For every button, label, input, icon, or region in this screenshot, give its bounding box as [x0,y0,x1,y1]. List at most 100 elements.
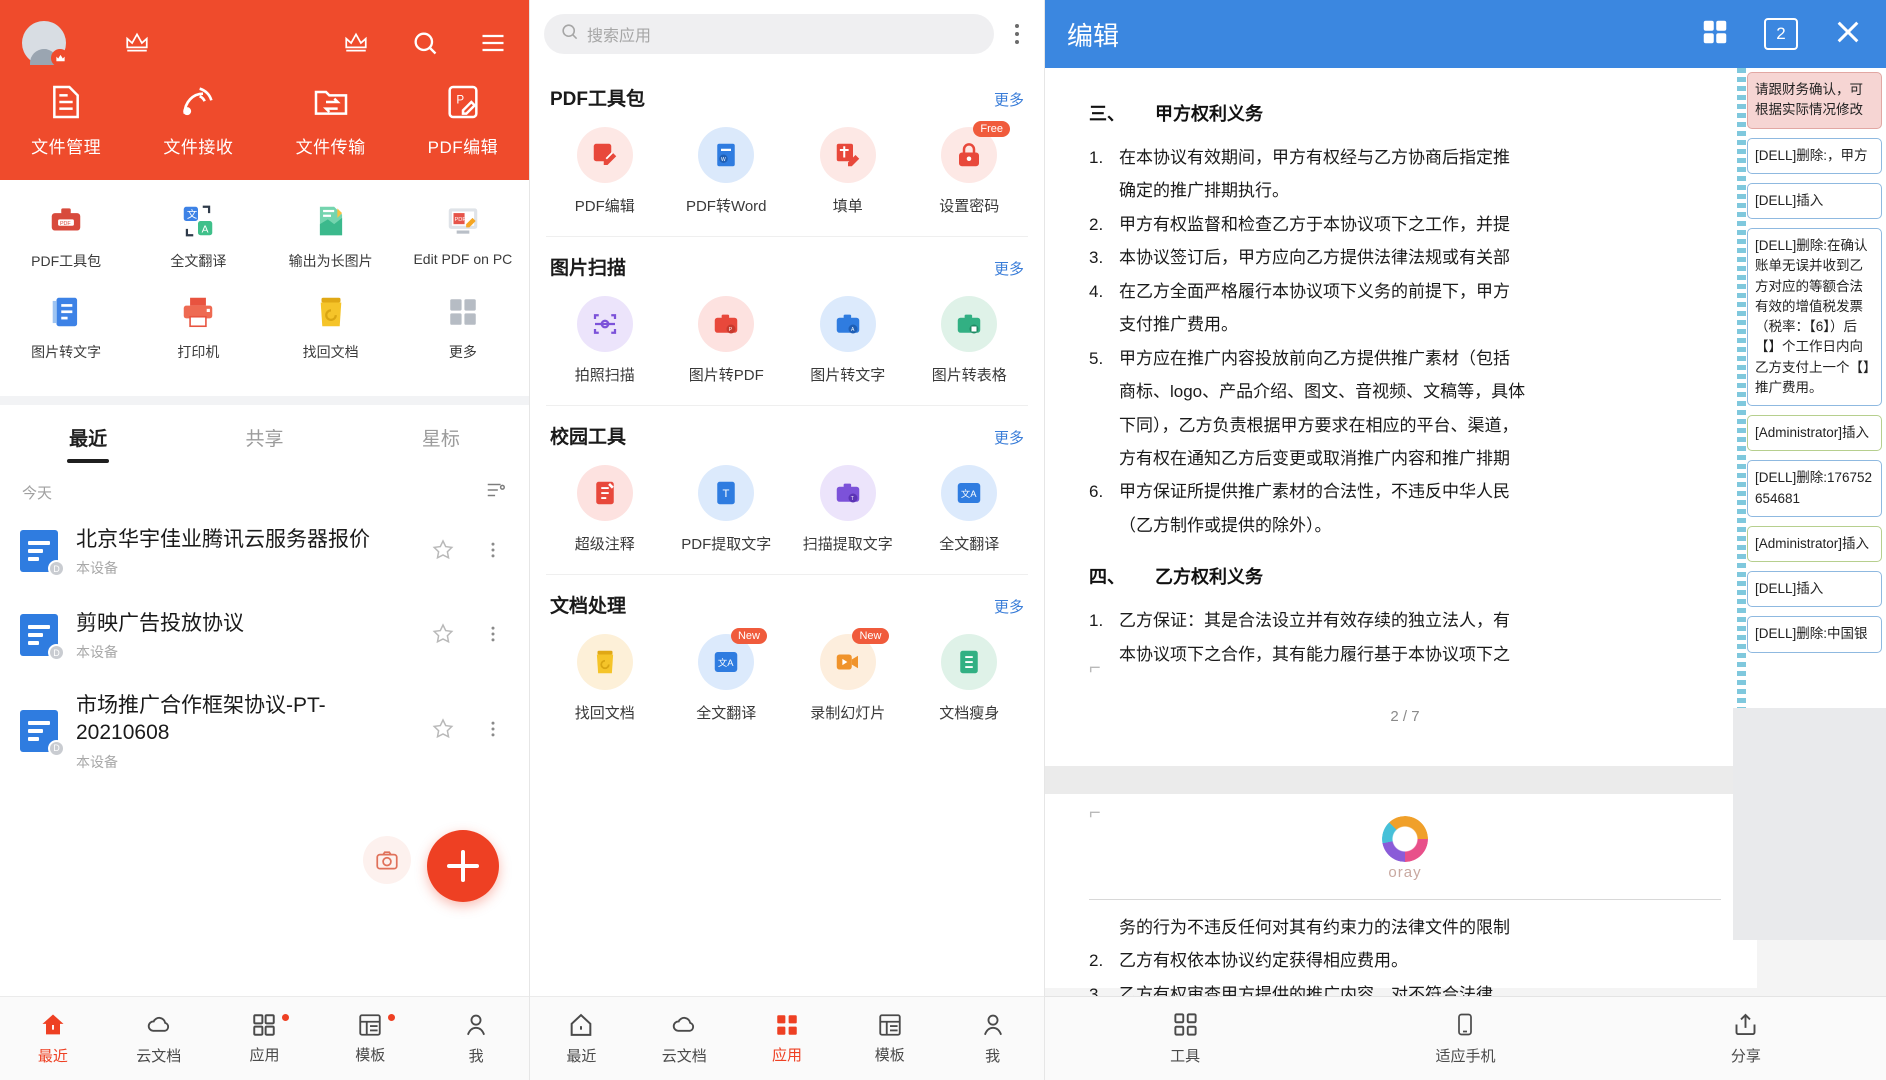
printer-icon [177,291,219,333]
nav-me[interactable]: 我 [423,1011,529,1066]
revision-item[interactable]: [Administrator]插入 [1747,525,1882,562]
search-input[interactable]: 搜索应用 [544,14,994,54]
section-more-link[interactable]: 更多 [994,596,1024,617]
grid-view-icon[interactable] [1700,17,1730,52]
tool-label: 图片转文字 [31,344,102,360]
revision-item[interactable]: [DELL]插入 [1747,571,1882,608]
nav-cloud-docs[interactable]: 云文档 [633,1011,736,1066]
revision-strip [1737,68,1746,708]
revision-item[interactable]: [Administrator]插入 [1747,415,1882,452]
filter-icon[interactable] [485,479,507,506]
tool-export-long-image[interactable]: 输出为长图片 [265,200,397,271]
search-icon[interactable] [411,29,439,57]
crown-icon[interactable] [341,30,371,56]
tool-edit-pdf-on-pc[interactable]: PDF Edit PDF on PC [397,200,529,271]
revision-item[interactable]: [DELL]删除:176752654681 [1747,460,1882,517]
document-page-3[interactable]: ⌐ oray 务的行为不违反任何对其有约束力的法律文件的限制 2. 乙方有权依本协… [1045,794,1757,996]
quick-action-pdf-edit[interactable]: P PDF编辑 [397,82,529,158]
app-pdf-to-word[interactable]: W PDF转Word [668,127,786,216]
quick-action-file-manage[interactable]: 文件管理 [0,82,132,158]
avatar[interactable] [22,21,69,67]
item-number: 3. [1089,248,1104,268]
app-photo-scan[interactable]: 拍照扫描 [546,296,664,385]
file-location: 本设备 [76,560,118,577]
nav-template[interactable]: 模板 [317,1012,423,1065]
app-set-password[interactable]: Free 设置密码 [911,121,1029,216]
nav-tools[interactable]: 工具 [1045,1011,1325,1066]
app-recover-document[interactable]: 找回文档 [546,634,664,723]
tool-more[interactable]: 更多 [397,291,529,362]
nav-apps[interactable]: 应用 [736,1012,839,1065]
editor-body[interactable]: 三、 甲方权利义务 1. 在本协议有效期间，甲方有权经与乙方协商后指定推 确定的推… [1045,68,1886,996]
list-item[interactable]: D 剪映广告投放协议 本设备 [0,594,529,678]
star-icon[interactable] [425,622,461,651]
hamburger-menu-icon[interactable] [479,29,507,57]
star-icon[interactable] [425,717,461,746]
app-record-slides[interactable]: New 录制幻灯片 [789,628,907,723]
section-more-link[interactable]: 更多 [994,89,1024,110]
revision-item[interactable]: [DELL]删除:在确认账单无误并收到乙方对应的等额合法有效的增值税发票（税率：… [1747,228,1882,406]
app-super-annotate[interactable]: 超级注释 [546,465,664,554]
tab-starred[interactable]: 星标 [353,405,529,469]
camera-button[interactable] [363,836,411,884]
app-label: 超级注释 [574,536,635,553]
nav-recent[interactable]: 最近 [530,1011,633,1066]
app-full-translate-campus[interactable]: 文A 全文翻译 [911,465,1029,554]
star-icon[interactable] [425,538,461,567]
revision-item[interactable]: [DELL]删除:中国银 [1747,616,1882,653]
add-button[interactable] [427,830,499,902]
list-item[interactable]: D 北京华宇佳业腾讯云服务器报价 本设备 [0,510,529,594]
revision-comment[interactable]: 请跟财务确认，可根据实际情况修改 [1747,72,1882,129]
tool-pdf-toolkit[interactable]: PDF PDF工具包 [0,200,132,271]
section-document-processing: 文档处理 更多 找回文档 New 文A 全文翻译 New 录制幻灯片 文档瘦身 [546,574,1028,743]
page-count-badge[interactable]: 2 [1764,18,1798,50]
item-text: 确定的推广排期执行。 [1119,181,1289,201]
app-document-slim[interactable]: 文档瘦身 [911,634,1029,723]
heading-number: 三、 [1089,104,1125,124]
app-image-to-table[interactable]: 图片转表格 [911,296,1029,385]
app-image-to-text[interactable]: A 图片转文字 [789,296,907,385]
nav-me[interactable]: 我 [941,1011,1044,1066]
more-vertical-icon[interactable] [1004,24,1030,44]
revision-item[interactable]: [DELL]插入 [1747,182,1882,219]
section-more-link[interactable]: 更多 [994,258,1024,279]
crown-icon[interactable] [122,30,152,56]
section-image-scan: 图片扫描 更多 拍照扫描 P 图片转PDF A 图片转文字 图片转表格 [546,236,1028,405]
pdf-extract-text-icon: T [698,465,755,521]
app-fill-form[interactable]: 填单 [789,127,907,216]
tool-recover-document[interactable]: 找回文档 [265,291,397,362]
app-image-to-pdf[interactable]: P 图片转PDF [668,296,786,385]
close-icon[interactable] [1832,16,1864,53]
nav-share[interactable]: 分享 [1606,1011,1886,1066]
tool-full-translate[interactable]: 文A 全文翻译 [132,200,264,271]
nav-fit-phone[interactable]: 适应手机 [1325,1011,1605,1066]
left-panel-recent-files: 文件管理 文件接收 文件传输 P PDF编辑 PDF PDF工具包 文 A 全文… [0,0,530,1080]
image-to-table-icon [941,296,998,352]
revision-item[interactable]: [DELL]删除:，甲方 [1747,137,1882,174]
item-number [1089,410,1109,441]
quick-action-file-transfer[interactable]: 文件传输 [265,82,397,158]
nav-template[interactable]: 模板 [838,1012,941,1065]
more-vertical-icon[interactable] [477,539,509,566]
app-pdf-edit[interactable]: PDF编辑 [546,127,664,216]
tab-recent[interactable]: 最近 [0,405,176,469]
nav-recent[interactable]: 最近 [0,1011,106,1066]
quick-action-file-receive[interactable]: 文件接收 [132,82,264,158]
svg-text:文: 文 [187,208,197,221]
section-more-link[interactable]: 更多 [994,427,1024,448]
app-scan-extract-text[interactable]: T 扫描提取文字 [789,465,907,554]
document-page-2[interactable]: 三、 甲方权利义务 1. 在本协议有效期间，甲方有权经与乙方协商后指定推 确定的推… [1045,68,1757,766]
tool-image-to-text[interactable]: 图片转文字 [0,291,132,362]
more-vertical-icon[interactable] [477,718,509,745]
revision-sidebar[interactable]: 请跟财务确认，可根据实际情况修改 [DELL]删除:，甲方 [DELL]插入 [… [1733,68,1886,708]
tab-shared[interactable]: 共享 [176,405,352,469]
list-item[interactable]: D 市场推广合作框架协议-PT-20210608 本设备 [0,678,529,786]
app-full-translate-doc[interactable]: New 文A 全文翻译 [668,628,786,723]
notification-dot [388,1014,396,1021]
document-heading: 四、 乙方权利义务 [1089,563,1721,589]
more-vertical-icon[interactable] [477,623,509,650]
tool-printer[interactable]: 打印机 [132,291,264,362]
nav-cloud-docs[interactable]: 云文档 [106,1011,212,1066]
nav-apps[interactable]: 应用 [212,1012,318,1065]
app-pdf-extract-text[interactable]: T PDF提取文字 [668,465,786,554]
